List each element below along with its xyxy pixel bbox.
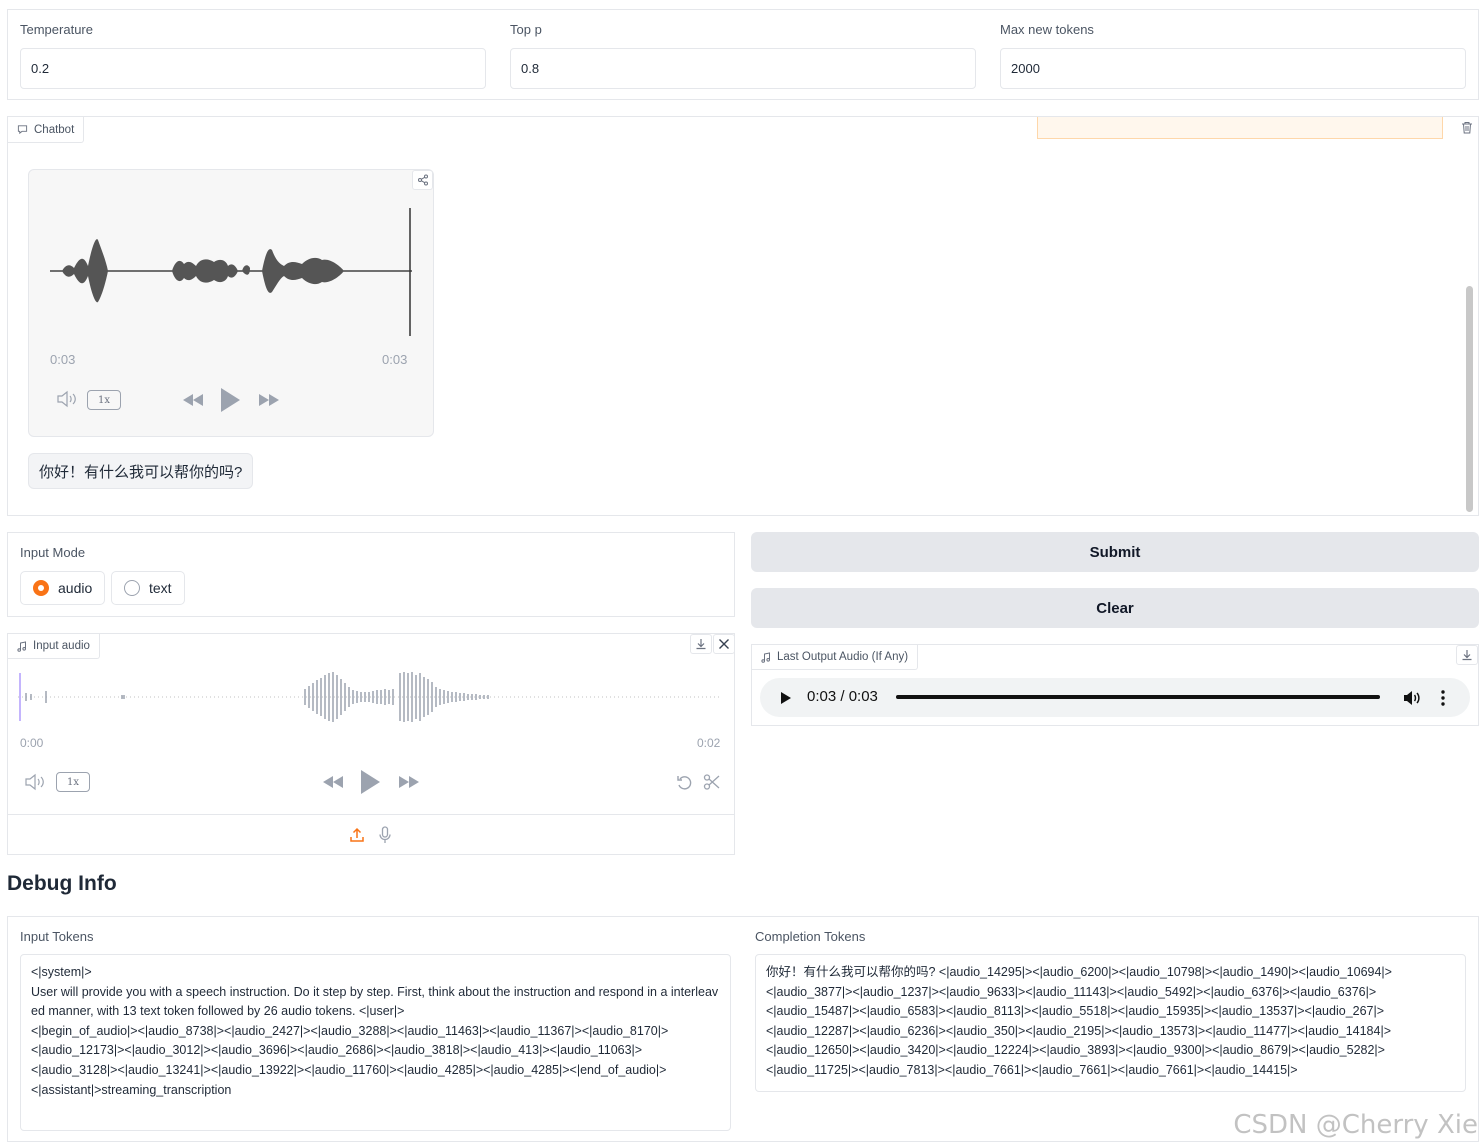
top-p-label: Top p <box>510 22 542 37</box>
input-audio-tag: Input audio <box>8 634 100 659</box>
input-audio-label: Input audio <box>33 640 90 652</box>
input-audio-start-time: 0:00 <box>20 736 44 750</box>
completion-tokens-label: Completion Tokens <box>755 929 866 944</box>
last-output-audio-time: 0:03 / 0:03 <box>807 688 878 705</box>
microphone-icon[interactable] <box>375 825 395 845</box>
play-icon[interactable] <box>357 767 383 797</box>
last-output-audio-progress-fill <box>896 695 1380 699</box>
chatbot-tag: Chatbot <box>8 117 85 143</box>
skip-back-icon[interactable] <box>180 390 206 410</box>
chatbot-label: Chatbot <box>34 123 75 136</box>
chat-audio-total-time: 0:03 <box>382 352 408 367</box>
watermark: CSDN @Cherry Xie <box>1233 1110 1478 1140</box>
input-tokens-label: Input Tokens <box>20 929 94 944</box>
radio-audio[interactable]: audio <box>20 571 106 605</box>
clear-button[interactable]: Clear <box>751 588 1479 628</box>
skip-back-icon[interactable] <box>320 772 346 792</box>
volume-icon[interactable] <box>1402 688 1422 708</box>
skip-forward-icon[interactable] <box>396 772 422 792</box>
play-icon[interactable] <box>777 688 795 708</box>
last-output-audio-tag: Last Output Audio (If Any) <box>752 645 919 670</box>
max-new-tokens-input[interactable]: 2000 <box>1000 48 1466 89</box>
top-p-input[interactable]: 0.8 <box>510 48 976 89</box>
volume-icon[interactable] <box>56 389 78 409</box>
upload-icon[interactable] <box>347 825 367 845</box>
last-output-audio-label: Last Output Audio (If Any) <box>777 651 909 663</box>
input-audio-source-bar <box>8 814 734 815</box>
pending-indicator <box>1037 117 1443 139</box>
completion-tokens-textarea[interactable]: 你好！有什么我可以帮你的吗? <|audio_14295|><|audio_62… <box>755 954 1466 1092</box>
volume-icon[interactable] <box>24 772 46 792</box>
input-audio-panel <box>7 633 735 855</box>
temperature-label: Temperature <box>20 22 93 37</box>
scissors-icon[interactable] <box>701 772 723 792</box>
debug-heading: Debug Info <box>7 872 117 895</box>
radio-audio-dot <box>33 580 49 596</box>
chat-icon <box>17 124 28 135</box>
chat-audio-speed-button[interactable]: 1x <box>87 390 121 410</box>
music-note-icon <box>761 651 771 663</box>
music-note-icon <box>17 640 27 652</box>
input-mode-label: Input Mode <box>20 545 86 560</box>
undo-icon[interactable] <box>674 772 696 792</box>
input-audio-speed-button[interactable]: 1x <box>56 772 90 792</box>
more-options-icon[interactable] <box>1436 688 1450 708</box>
play-icon[interactable] <box>217 385 243 415</box>
last-output-audio-progress-track[interactable] <box>896 695 1380 699</box>
share-icon[interactable] <box>412 170 433 190</box>
submit-button[interactable]: Submit <box>751 532 1479 572</box>
chat-scrollbar[interactable] <box>1466 286 1473 512</box>
trash-icon[interactable] <box>1459 119 1475 135</box>
chat-audio-current-time: 0:03 <box>50 352 76 367</box>
download-icon[interactable] <box>1456 645 1478 665</box>
radio-audio-label: audio <box>58 580 93 596</box>
input-audio-waveform[interactable] <box>18 670 720 724</box>
close-icon[interactable] <box>713 634 735 654</box>
chat-text-message: 你好！有什么我可以帮你的吗? <box>28 453 254 489</box>
radio-text-dot <box>124 580 140 596</box>
input-tokens-textarea[interactable]: <|system|> User will provide you with a … <box>20 954 731 1131</box>
max-new-tokens-label: Max new tokens <box>1000 22 1094 37</box>
chat-audio-waveform[interactable] <box>50 206 412 338</box>
radio-text[interactable]: text <box>111 571 185 605</box>
temperature-input[interactable]: 0.2 <box>20 48 486 89</box>
input-audio-end-time: 0:02 <box>697 736 721 750</box>
skip-forward-icon[interactable] <box>256 390 282 410</box>
radio-text-label: text <box>149 580 172 596</box>
download-icon[interactable] <box>690 634 712 654</box>
